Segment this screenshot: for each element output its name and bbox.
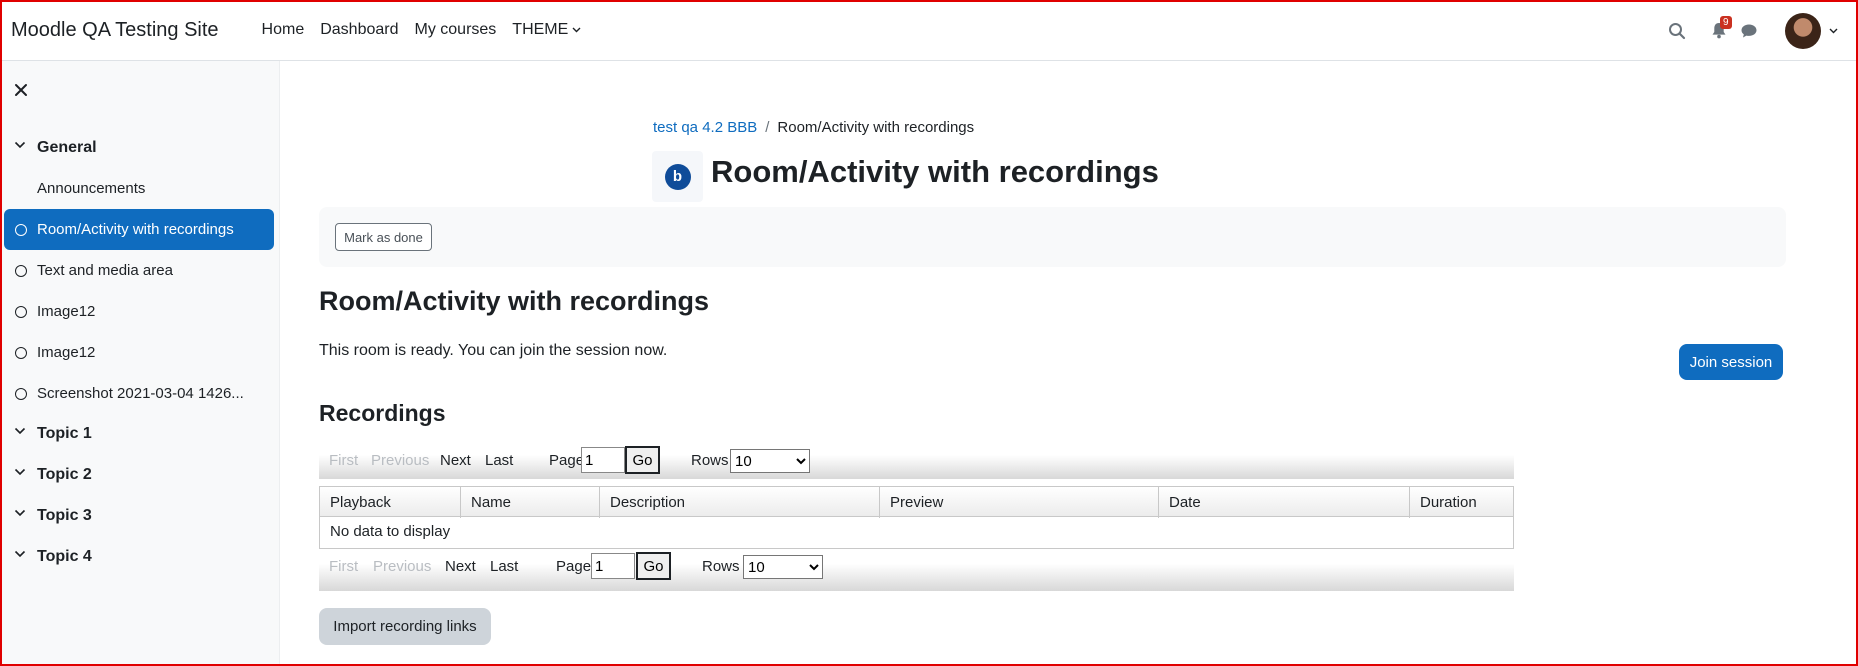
- table-empty-message: No data to display: [330, 523, 451, 540]
- pager-go-button[interactable]: Go: [625, 446, 660, 474]
- chevron-down-icon: [14, 427, 26, 435]
- sidebar-item-screenshot[interactable]: Screenshot 2021-03-04 1426...: [4, 373, 274, 414]
- bigbluebutton-activity-icon: b: [652, 151, 703, 202]
- sidebar-item-label: Room/Activity with recordings: [37, 221, 234, 238]
- col-duration[interactable]: Duration: [1410, 487, 1513, 518]
- chevron-down-icon: [14, 141, 26, 149]
- course-index-drawer: General Announcements Room/Activity with…: [0, 61, 280, 666]
- notification-bell-icon[interactable]: 9: [1707, 15, 1732, 43]
- sidebar-item-label: Text and media area: [37, 262, 173, 279]
- completion-circle-icon: [15, 387, 27, 400]
- bbb-logo-icon: b: [664, 163, 691, 190]
- sidebar-item-room-activity[interactable]: Room/Activity with recordings: [4, 209, 274, 250]
- activity-heading: Room/Activity with recordings: [319, 286, 710, 316]
- pager-first: First: [329, 558, 359, 575]
- pager-next[interactable]: Next: [440, 452, 471, 469]
- recordings-pager-top: First Previous Next Last Page Go Rows 10: [319, 442, 1514, 479]
- completion-circle-icon: [15, 223, 27, 236]
- pager-page-input[interactable]: [591, 553, 635, 579]
- section-topic-3[interactable]: Topic 3: [0, 496, 280, 536]
- navbar-actions: 9: [1665, 0, 1858, 61]
- sidebar-item-label: Screenshot 2021-03-04 1426...: [37, 385, 244, 402]
- chevron-down-icon: [572, 27, 581, 33]
- completion-circle-icon: [15, 305, 27, 318]
- recordings-heading: Recordings: [319, 400, 446, 426]
- pager-previous: Previous: [371, 452, 430, 469]
- user-menu-chevron-icon[interactable]: [1829, 28, 1838, 34]
- pager-go-button[interactable]: Go: [636, 552, 671, 580]
- pager-rows-select[interactable]: 10: [730, 449, 810, 473]
- sidebar-item-label: Announcements: [37, 180, 146, 197]
- pager-page-input[interactable]: [581, 447, 625, 473]
- section-label: General: [37, 139, 97, 156]
- chevron-down-icon: [14, 550, 26, 558]
- sidebar-item-label: Image12: [37, 344, 96, 361]
- page-title: Room/Activity with recordings: [711, 154, 1159, 189]
- breadcrumb-current: Room/Activity with recordings: [777, 119, 975, 136]
- col-date[interactable]: Date: [1159, 487, 1410, 518]
- top-navbar: Moodle QA Testing Site Home Dashboard My…: [0, 0, 1858, 61]
- pager-last[interactable]: Last: [490, 558, 518, 575]
- sidebar-item-image12[interactable]: Image12: [4, 291, 274, 332]
- nav-dashboard[interactable]: Dashboard: [312, 21, 406, 39]
- pager-last[interactable]: Last: [485, 452, 513, 469]
- section-label: Topic 1: [37, 425, 92, 442]
- pager-page-label: Page: [556, 558, 592, 575]
- pager-first: First: [329, 452, 359, 469]
- col-description[interactable]: Description: [600, 487, 880, 518]
- sidebar-item-text-media[interactable]: Text and media area: [4, 250, 274, 291]
- table-header-row: Playback Name Description Preview Date D…: [320, 486, 1513, 518]
- completion-circle-icon: [15, 346, 27, 359]
- col-name[interactable]: Name: [461, 487, 600, 518]
- recordings-pager-bottom: First Previous Next Last Page Go Rows 10: [319, 548, 1514, 591]
- primary-nav: Home Dashboard My courses THEME: [254, 21, 590, 39]
- col-playback[interactable]: Playback: [320, 487, 461, 518]
- col-preview[interactable]: Preview: [880, 487, 1159, 518]
- chevron-down-icon: [14, 509, 26, 517]
- section-general[interactable]: General: [0, 128, 280, 168]
- sidebar-item-image12-2[interactable]: Image12: [4, 332, 274, 373]
- nav-home[interactable]: Home: [254, 21, 313, 39]
- search-icon[interactable]: [1665, 19, 1689, 43]
- section-label: Topic 4: [37, 548, 92, 565]
- room-ready-text: This room is ready. You can join the ses…: [319, 342, 668, 359]
- completion-circle-icon: [15, 264, 27, 277]
- section-label: Topic 2: [37, 466, 92, 483]
- mark-as-done-button[interactable]: Mark as done: [335, 223, 432, 251]
- breadcrumb-separator: /: [765, 119, 770, 136]
- breadcrumb-course-link[interactable]: test qa 4.2 BBB: [653, 119, 757, 136]
- join-session-button[interactable]: Join session: [1679, 344, 1783, 380]
- chevron-down-icon: [14, 468, 26, 476]
- notification-count-badge: 9: [1720, 15, 1732, 29]
- section-label: Topic 3: [37, 507, 92, 524]
- sidebar-item-announcements[interactable]: Announcements: [4, 168, 274, 209]
- pager-rows-label: Rows: [691, 452, 729, 469]
- nav-theme-label: THEME: [512, 21, 569, 38]
- breadcrumb: test qa 4.2 BBB / Room/Activity with recor…: [653, 119, 974, 136]
- recordings-table: Playback Name Description Preview Date D…: [319, 486, 1514, 548]
- close-drawer-icon[interactable]: [12, 81, 30, 99]
- site-brand[interactable]: Moodle QA Testing Site: [11, 19, 219, 42]
- pager-rows-label: Rows: [702, 558, 740, 575]
- pager-rows-select[interactable]: 10: [743, 555, 823, 579]
- messages-icon[interactable]: [1737, 19, 1761, 43]
- nav-theme[interactable]: THEME: [504, 21, 589, 39]
- import-recording-links-button[interactable]: Import recording links: [319, 608, 491, 645]
- sidebar-item-label: Image12: [37, 303, 96, 320]
- pager-previous: Previous: [373, 558, 432, 575]
- user-avatar[interactable]: [1785, 12, 1821, 49]
- nav-my-courses[interactable]: My courses: [407, 21, 505, 39]
- section-topic-2[interactable]: Topic 2: [0, 455, 280, 495]
- section-topic-4[interactable]: Topic 4: [0, 537, 280, 577]
- activity-completion-bar: Mark as done: [319, 207, 1786, 267]
- pager-page-label: Page: [549, 452, 585, 469]
- pager-next[interactable]: Next: [445, 558, 476, 575]
- section-topic-1[interactable]: Topic 1: [0, 414, 280, 454]
